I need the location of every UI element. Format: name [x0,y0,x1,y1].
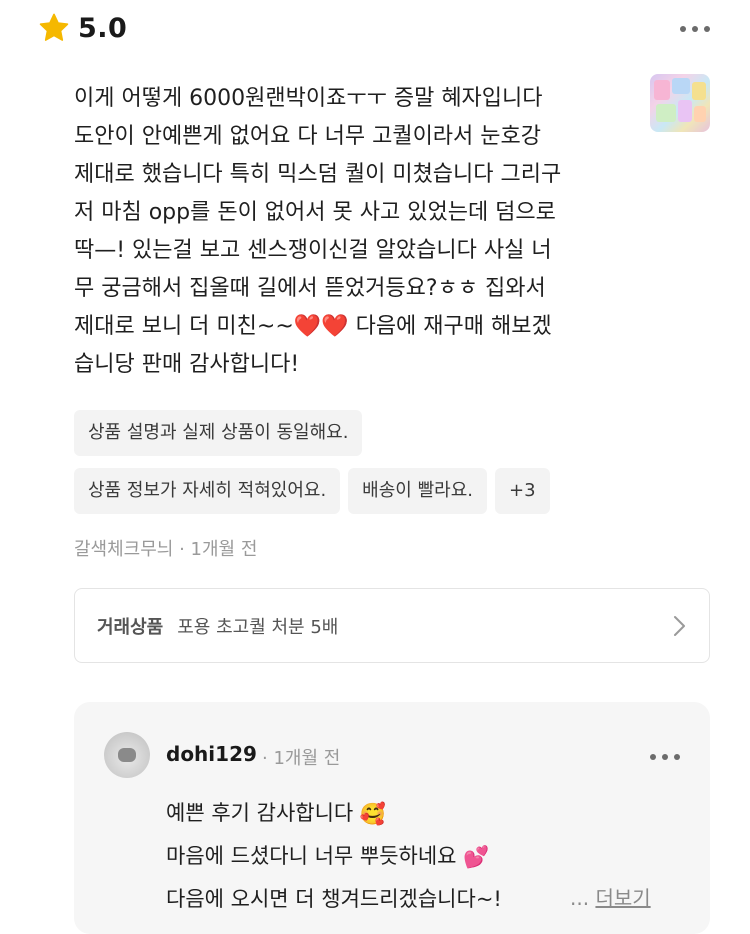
avatar[interactable] [104,732,150,778]
review-tags: 상품 설명과 실제 상품이 동일해요. 상품 정보가 자세히 적혀있어요. 배송… [74,410,634,526]
reviewer-name[interactable]: 갈색체크무늬 [74,539,173,560]
tag-more-button[interactable]: +3 [494,468,550,514]
tag-accurate-description: 상품 설명과 실제 상품이 동일해요. [74,410,363,456]
review-text: 이게 어떻게 6000원랜박이죠ㅜㅜ 증말 혜자입니다 도안이 안예쁜게 없어요… [74,86,562,377]
tag-detailed-info: 상품 정보가 자세히 적혀있어요. [74,468,341,514]
rating: 5.0 [38,12,127,44]
rating-score: 5.0 [78,12,128,44]
reply-author[interactable]: dohi129 [166,742,257,766]
product-label: 거래상품 [97,616,164,638]
review-photo-thumbnail[interactable] [650,74,710,132]
reply-more-options-icon[interactable] [650,754,680,760]
chevron-right-icon [674,616,685,636]
review-time: · 1개월 전 [179,539,258,560]
two-hearts-emoji: 💕 [463,845,490,869]
seller-reply: dohi129 · 1개월 전 예쁜 후기 감사합니다 🥰 마음에 드셨다니 너… [74,702,710,934]
heart-emoji: ❤️❤️ [293,314,349,339]
star-icon [39,13,69,41]
product-name: 포용 초고퀄 처분 5배 [177,616,339,638]
reply-time: · 1개월 전 [262,748,341,769]
traded-product-link[interactable]: 거래상품 포용 초고퀄 처분 5배 [74,588,710,663]
tag-fast-delivery: 배송이 빨라요. [348,468,487,514]
reply-body: 예쁜 후기 감사합니다 🥰 마음에 드셨다니 너무 뿌듯하네요 💕 다음에 오시… [166,792,502,920]
see-more-link[interactable]: ... 더보기 [570,882,651,911]
review-meta: 갈색체크무늬 · 1개월 전 [74,535,257,561]
more-options-icon[interactable] [680,26,710,32]
smiling-face-hearts-emoji: 🥰 [359,802,387,826]
